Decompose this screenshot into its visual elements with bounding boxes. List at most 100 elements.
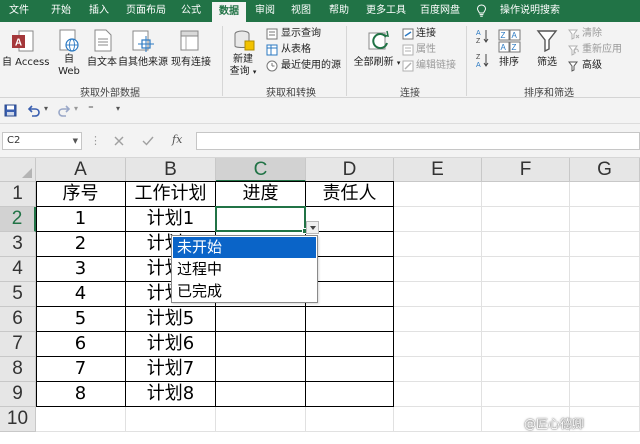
properties-button[interactable]: 属性 [416, 44, 436, 56]
cell-c6[interactable] [216, 307, 306, 332]
cell-e9[interactable] [394, 382, 482, 407]
cancel-icon[interactable] [114, 136, 124, 146]
cell-b2[interactable]: 计划1 [126, 207, 216, 232]
cell-g6[interactable] [570, 307, 640, 332]
row-header-7[interactable]: 7 [0, 332, 36, 357]
column-header-a[interactable]: A [36, 158, 126, 182]
cell-a6[interactable]: 5 [36, 307, 126, 332]
tab-6[interactable]: 审阅 [250, 0, 280, 22]
cell-e4[interactable] [394, 257, 482, 282]
cell-g2[interactable] [570, 207, 640, 232]
cell-a1[interactable]: 序号 [36, 182, 126, 207]
column-header-c[interactable]: C [216, 158, 306, 182]
validation-dropdown-button[interactable] [306, 221, 319, 234]
cell-e2[interactable] [394, 207, 482, 232]
cell-d10[interactable] [306, 407, 394, 432]
cell-c7[interactable] [216, 332, 306, 357]
tab-9[interactable]: 更多工具 [362, 0, 410, 22]
cell-a2[interactable]: 1 [36, 207, 126, 232]
tab-4[interactable]: 公式 [176, 0, 206, 22]
cell-g4[interactable] [570, 257, 640, 282]
recent-sources-button[interactable]: 最近使用的源 [281, 60, 341, 72]
row-header-8[interactable]: 8 [0, 357, 36, 382]
cell-b8[interactable]: 计划7 [126, 357, 216, 382]
cell-c8[interactable] [216, 357, 306, 382]
cell-f5[interactable] [482, 282, 570, 307]
cell-a7[interactable]: 6 [36, 332, 126, 357]
save-icon[interactable] [4, 104, 17, 117]
from-text-button[interactable]: 自文本 [84, 57, 120, 69]
cell-a3[interactable]: 2 [36, 232, 126, 257]
cell-b10[interactable] [126, 407, 216, 432]
cell-d7[interactable] [306, 332, 394, 357]
row-header-3[interactable]: 3 [0, 232, 36, 257]
cell-e6[interactable] [394, 307, 482, 332]
sort-ascending-icon[interactable]: A Z [476, 28, 490, 44]
cell-d2[interactable] [306, 207, 394, 232]
existing-connections-button[interactable]: 现有连接 [170, 57, 212, 69]
sort-descending-icon[interactable]: Z A [476, 52, 490, 68]
cell-d8[interactable] [306, 357, 394, 382]
cell-d1[interactable]: 责任人 [306, 182, 394, 207]
more-options-icon[interactable]: ⋮ [90, 134, 101, 147]
cell-g8[interactable] [570, 357, 640, 382]
cell-a10[interactable] [36, 407, 126, 432]
cell-d4[interactable] [306, 257, 394, 282]
cell-a8[interactable]: 7 [36, 357, 126, 382]
cell-c1[interactable]: 进度 [216, 182, 306, 207]
cell-b9[interactable]: 计划8 [126, 382, 216, 407]
tab-0[interactable]: 文件 [4, 0, 34, 22]
column-header-b[interactable]: B [126, 158, 216, 182]
enter-check-icon[interactable] [142, 136, 154, 146]
cell-e1[interactable] [394, 182, 482, 207]
from-other-sources-button[interactable]: 自其他来源 [118, 57, 168, 69]
customize-toolbar-icon[interactable]: ⁼ [88, 102, 94, 115]
tab-7[interactable]: 视图 [286, 0, 316, 22]
connections-button[interactable]: 连接 [416, 28, 436, 40]
tab-3[interactable]: 页面布局 [122, 0, 170, 22]
column-header-g[interactable]: G [570, 158, 640, 182]
dropdown-option-2[interactable]: 已完成 [173, 281, 316, 302]
name-box[interactable]: C2 ▼ [2, 132, 82, 150]
cell-e7[interactable] [394, 332, 482, 357]
column-header-f[interactable]: F [482, 158, 570, 182]
cell-c10[interactable] [216, 407, 306, 432]
cell-f4[interactable] [482, 257, 570, 282]
cell-d3[interactable] [306, 232, 394, 257]
cell-a9[interactable]: 8 [36, 382, 126, 407]
dropdown-option-0[interactable]: 未开始 [173, 237, 316, 258]
chevron-down-icon[interactable]: ▾ [44, 104, 48, 113]
row-header-5[interactable]: 5 [0, 282, 36, 307]
from-web-button[interactable]: 自 Web [54, 54, 84, 78]
column-header-d[interactable]: D [306, 158, 394, 182]
row-header-6[interactable]: 6 [0, 307, 36, 332]
row-header-2[interactable]: 2 [0, 207, 36, 232]
row-header-9[interactable]: 9 [0, 382, 36, 407]
column-header-e[interactable]: E [394, 158, 482, 182]
insert-function-icon[interactable]: fx [172, 133, 182, 146]
undo-icon[interactable] [26, 104, 42, 117]
redo-icon[interactable] [56, 104, 72, 117]
cell-g5[interactable] [570, 282, 640, 307]
from-table-button[interactable]: 从表格 [281, 44, 311, 56]
chevron-down-icon[interactable]: ▾ [74, 104, 78, 113]
new-query-button[interactable]: 新建 查询 ▾ [228, 54, 258, 78]
row-header-1[interactable]: 1 [0, 182, 36, 207]
cell-c9[interactable] [216, 382, 306, 407]
sort-button[interactable]: 排序 [494, 57, 524, 69]
cell-e8[interactable] [394, 357, 482, 382]
cell-e5[interactable] [394, 282, 482, 307]
from-access-button[interactable]: 自 Access [2, 57, 49, 69]
chevron-down-icon[interactable]: ▾ [116, 104, 120, 113]
cell-b6[interactable]: 计划5 [126, 307, 216, 332]
tab-5[interactable]: 数据 [212, 2, 246, 22]
cell-g9[interactable] [570, 382, 640, 407]
tab-2[interactable]: 插入 [84, 0, 114, 22]
cell-b1[interactable]: 工作计划 [126, 182, 216, 207]
filter-button[interactable]: 筛选 [532, 57, 562, 69]
refresh-all-button[interactable]: 全部刷新 ▾ [352, 57, 402, 69]
cell-e3[interactable] [394, 232, 482, 257]
cell-d9[interactable] [306, 382, 394, 407]
edit-links-button[interactable]: 编辑链接 [416, 60, 456, 72]
tab-11[interactable]: 操作说明搜索 [494, 0, 566, 22]
